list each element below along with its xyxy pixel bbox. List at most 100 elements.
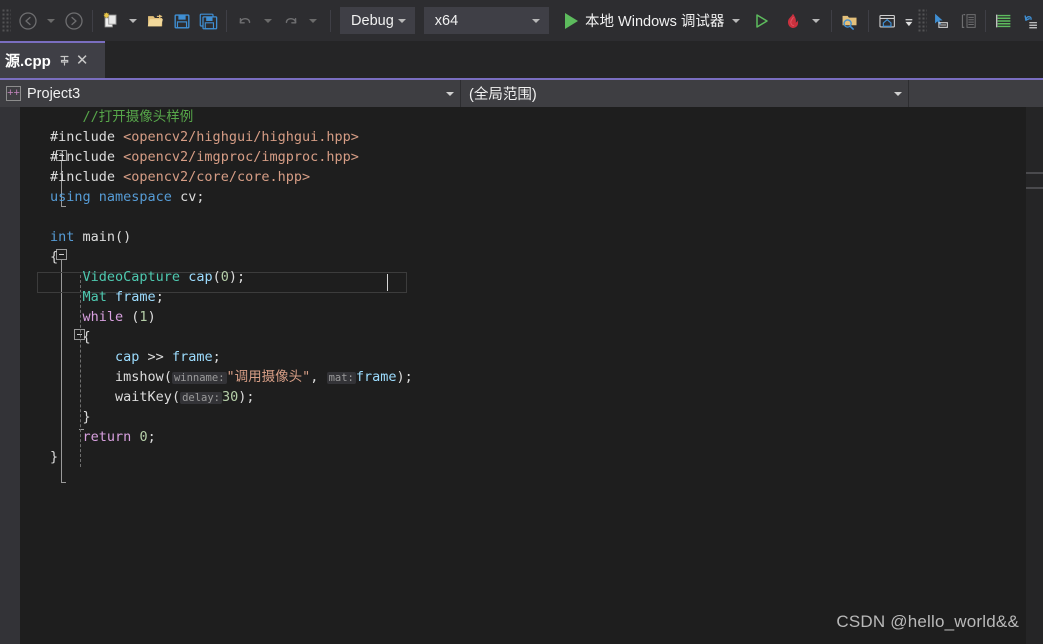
solution-configuration-value: Debug bbox=[351, 12, 394, 29]
save-icon bbox=[174, 13, 190, 28]
code-token: ) bbox=[147, 309, 156, 325]
solution-platform-dropdown[interactable]: x64 bbox=[423, 7, 550, 34]
scope-name: (全局范围) bbox=[469, 87, 537, 103]
code-line[interactable]: return 0; bbox=[20, 427, 1026, 447]
code-token: cv; bbox=[171, 189, 205, 205]
navigate-backward-button[interactable] bbox=[15, 6, 41, 36]
code-token: 1 bbox=[139, 309, 148, 325]
code-token: >> bbox=[139, 349, 172, 365]
vertical-scrollbar[interactable] bbox=[1026, 107, 1043, 644]
navigate-forward-button[interactable] bbox=[61, 6, 87, 36]
code-line[interactable]: } bbox=[20, 447, 1026, 467]
code-line[interactable]: #include <opencv2/highgui/highgui.hpp> bbox=[20, 127, 1026, 147]
code-line[interactable]: #include <opencv2/imgproc/imgproc.hpp> bbox=[20, 147, 1026, 167]
indicator-margin[interactable] bbox=[0, 107, 20, 644]
code-token: main() bbox=[74, 229, 132, 245]
play-outline-icon bbox=[756, 13, 769, 28]
toolbar-grip-2[interactable] bbox=[918, 8, 928, 33]
indent-icon bbox=[995, 14, 1011, 27]
chevron-down-icon bbox=[309, 18, 318, 23]
code-line[interactable] bbox=[20, 207, 1026, 227]
code-line[interactable]: using namespace cv; bbox=[20, 187, 1026, 207]
chevron-down-icon bbox=[47, 18, 56, 23]
code-line[interactable]: cap >> frame; bbox=[20, 347, 1026, 367]
code-token: ; bbox=[147, 429, 156, 445]
code-line[interactable]: Mat frame; bbox=[20, 287, 1026, 307]
code-line[interactable]: imshow(winname: "调用摄像头", mat: frame); bbox=[20, 367, 1026, 387]
select-tool-button[interactable] bbox=[927, 6, 953, 36]
inlay-hint: mat: bbox=[326, 372, 356, 384]
chevron-down-icon bbox=[812, 18, 821, 23]
save-button[interactable] bbox=[169, 6, 195, 36]
scope-selector-dropdown[interactable]: (全局范围) bbox=[461, 80, 909, 107]
code-token: <opencv2/core/core.hpp> bbox=[123, 169, 311, 185]
code-token: } bbox=[82, 409, 91, 425]
indent-lines-button[interactable] bbox=[991, 6, 1017, 36]
undo-button[interactable] bbox=[232, 6, 258, 36]
undo-dropdown[interactable] bbox=[258, 6, 278, 36]
scrollbar-caret-marker bbox=[1026, 172, 1043, 174]
code-line[interactable]: while (1) bbox=[20, 307, 1026, 327]
code-token: frame bbox=[355, 369, 397, 385]
code-line[interactable]: //打开摄像头样例 bbox=[20, 107, 1026, 127]
save-all-icon bbox=[199, 13, 218, 29]
code-token: cap bbox=[188, 269, 213, 285]
chevron-down-icon bbox=[129, 18, 138, 23]
code-line[interactable]: VideoCapture cap(0); bbox=[20, 267, 1026, 287]
save-all-button[interactable] bbox=[195, 6, 221, 36]
code-line[interactable]: int main() bbox=[20, 227, 1026, 247]
new-item-button[interactable] bbox=[98, 6, 124, 36]
code-token: ( bbox=[212, 269, 221, 285]
code-token: ); bbox=[238, 389, 255, 405]
code-token: frame bbox=[171, 349, 213, 365]
folder-search-icon bbox=[842, 15, 857, 30]
redo-dropdown[interactable] bbox=[304, 6, 324, 36]
cpp-file-icon: ++ bbox=[6, 86, 21, 101]
navigate-backward-dropdown[interactable] bbox=[41, 6, 61, 36]
new-item-dropdown[interactable] bbox=[124, 6, 144, 36]
code-token: ( bbox=[163, 369, 172, 385]
close-icon[interactable]: ✕ bbox=[76, 53, 89, 68]
code-line[interactable]: waitKey(delay: 30); bbox=[20, 387, 1026, 407]
code-text-area[interactable]: //打开摄像头样例 #include <opencv2/highgui/highg… bbox=[20, 107, 1026, 644]
code-token: waitKey bbox=[115, 389, 172, 405]
toolbar-separator bbox=[91, 9, 93, 32]
undo-indent-button[interactable] bbox=[1017, 6, 1043, 36]
start-without-debugging-button[interactable] bbox=[748, 6, 774, 36]
redo-button[interactable] bbox=[278, 6, 304, 36]
tab-源-cpp[interactable]: 源.cpp ✕ bbox=[0, 41, 105, 78]
arrow-left-circle-icon bbox=[19, 11, 37, 30]
main-toolbar: Debug x64 本地 Windows 调试器 bbox=[0, 0, 1043, 41]
visual-studio-window: Debug x64 本地 Windows 调试器 源.cpp ✕ ++ Proj… bbox=[0, 0, 1043, 644]
code-token: Mat bbox=[82, 289, 107, 305]
hot-reload-dropdown[interactable] bbox=[806, 6, 826, 36]
solution-platform-value: x64 bbox=[434, 12, 459, 29]
code-token: ; bbox=[212, 349, 221, 365]
project-selector-dropdown[interactable]: ++ Project3 bbox=[0, 80, 461, 107]
comment-block-button[interactable] bbox=[954, 6, 980, 36]
code-token: frame bbox=[115, 289, 156, 305]
find-in-files-button[interactable] bbox=[837, 6, 863, 36]
code-line[interactable]: #include <opencv2/core/core.hpp> bbox=[20, 167, 1026, 187]
code-token: <opencv2/imgproc/imgproc.hpp> bbox=[123, 149, 359, 165]
code-line[interactable]: { bbox=[20, 247, 1026, 267]
code-token: ); bbox=[228, 269, 246, 285]
document-tab-strip: 源.cpp ✕ bbox=[0, 41, 1043, 78]
code-line[interactable]: { bbox=[20, 327, 1026, 347]
solution-configuration-dropdown[interactable]: Debug bbox=[340, 7, 415, 34]
start-debugging-button[interactable]: 本地 Windows 调试器 bbox=[559, 6, 746, 36]
hot-reload-button[interactable] bbox=[780, 6, 806, 36]
toolbar-grip[interactable] bbox=[2, 8, 12, 33]
pin-icon[interactable] bbox=[58, 54, 71, 67]
open-file-button[interactable] bbox=[143, 6, 169, 36]
code-line[interactable]: } bbox=[20, 407, 1026, 427]
chevron-down-icon bbox=[894, 91, 902, 96]
toolbar-overflow-button[interactable] bbox=[900, 6, 918, 36]
window-home-button[interactable] bbox=[874, 6, 900, 36]
code-editor[interactable]: //打开摄像头样例 #include <opencv2/highgui/highg… bbox=[0, 107, 1043, 644]
